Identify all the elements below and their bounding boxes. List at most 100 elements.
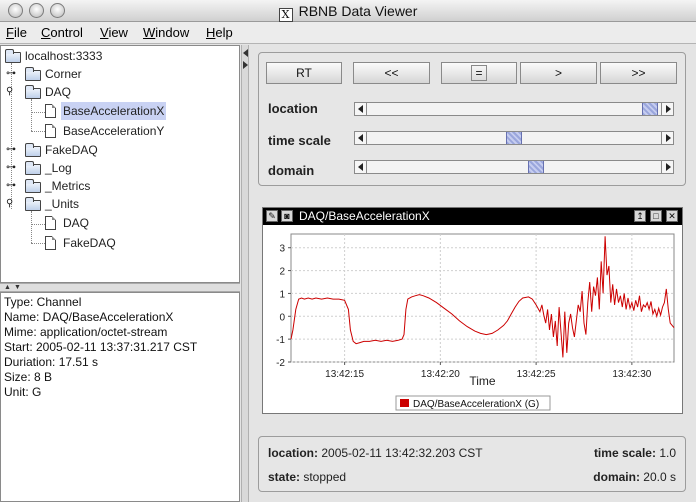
y-tick-label: -2 — [276, 358, 285, 369]
y-tick-label: -1 — [276, 335, 285, 346]
domain-slider-thumb[interactable] — [528, 161, 545, 173]
x-tick-label: 13:42:30 — [612, 369, 651, 380]
time-series-chart[interactable]: -2 -1 0 1 2 3 13:42:15 13:42:20 13:42:25 13:42:3… — [263, 226, 682, 413]
scroll-right-icon[interactable] — [661, 103, 673, 115]
channel-tree[interactable]: localhost:3333 ⊶ Corner ⚲ DAQ BaseAccele… — [0, 45, 240, 283]
info-name: Name: DAQ/BaseAccelerationX — [4, 310, 174, 324]
expand-icon[interactable]: ⊶ — [6, 159, 16, 177]
tree-item-log[interactable]: ⊶ _Log — [5, 159, 235, 177]
tree-item-units-daq[interactable]: DAQ — [45, 214, 235, 232]
x-tick-label: 13:42:20 — [421, 369, 460, 380]
status-timescale: time scale: 1.0 — [593, 446, 676, 460]
expand-icon[interactable]: ⊶ — [6, 65, 16, 83]
play-button[interactable]: > — [520, 62, 597, 84]
folder-icon — [25, 67, 41, 81]
y-tick-label: 0 — [279, 312, 285, 323]
beginning-button[interactable]: << — [353, 62, 430, 84]
tree-item-units-fakedaq[interactable]: FakeDAQ — [45, 234, 235, 252]
pin-icon[interactable]: ✎ — [266, 210, 278, 222]
playback-controls: RT << = > >> location time scale domain — [258, 52, 686, 186]
scroll-left-icon[interactable] — [355, 161, 367, 173]
plot-panel: ✎ ◙ DAQ/BaseAccelerationX ↥ □ ✕ -2 -1 0 1 2 3… — [262, 207, 683, 414]
status-domain: domain: 20.0 s — [593, 470, 676, 484]
detach-icon[interactable]: ↥ — [634, 210, 646, 222]
collapse-icon[interactable]: ⚲ — [6, 83, 13, 101]
info-size: Size: 8 B — [4, 370, 53, 384]
menu-window[interactable]: Window — [143, 25, 189, 40]
scroll-right-icon[interactable] — [661, 161, 673, 173]
info-duration: Duriation: 17.51 s — [4, 355, 99, 369]
expand-icon[interactable]: ⊶ — [6, 141, 16, 159]
menu-bar: File Control View Window Help — [0, 22, 696, 44]
collapse-icon[interactable]: ⚲ — [6, 195, 13, 213]
legend-swatch — [400, 399, 409, 407]
tree-item-daq[interactable]: ⚲ DAQ — [5, 83, 235, 101]
collapse-up-icon[interactable]: ▲ — [4, 284, 11, 291]
pane-splitter-horizontal[interactable]: ▲ ▼ — [0, 283, 240, 292]
folder-icon — [25, 197, 41, 211]
file-icon — [45, 104, 56, 118]
collapse-down-icon[interactable]: ▼ — [14, 284, 21, 291]
expand-icon[interactable]: ⊶ — [6, 177, 16, 195]
scroll-right-icon[interactable] — [661, 132, 673, 144]
menu-file[interactable]: File — [6, 25, 27, 40]
domain-slider[interactable] — [354, 160, 674, 174]
location-slider[interactable] — [354, 102, 674, 116]
legend-label: DAQ/BaseAccelerationX (G) — [413, 399, 539, 410]
pause-button[interactable]: = — [441, 62, 517, 84]
menu-help[interactable]: Help — [206, 25, 233, 40]
scroll-left-icon[interactable] — [355, 132, 367, 144]
x-tick-label: 13:42:25 — [517, 369, 556, 380]
realtime-button[interactable]: RT — [266, 62, 342, 84]
info-start: Start: 2005-02-11 13:37:31.217 CST — [4, 340, 198, 354]
file-icon — [45, 124, 56, 138]
file-icon — [45, 216, 56, 230]
info-mime: Mime: application/octet-stream — [4, 325, 168, 339]
scroll-left-icon[interactable] — [355, 103, 367, 115]
tree-item-base-acceleration-x[interactable]: BaseAccelerationX — [45, 102, 235, 120]
location-label: location — [268, 101, 318, 116]
file-icon — [45, 236, 56, 250]
y-tick-label: 1 — [279, 289, 285, 300]
domain-label: domain — [268, 163, 315, 178]
x11-logo-icon: X — [278, 8, 293, 22]
channel-info-panel: Type: Channel Name: DAQ/BaseAcceleration… — [0, 292, 240, 502]
tree-item-root[interactable]: localhost:3333 — [5, 47, 235, 65]
y-tick-label: 3 — [279, 244, 285, 255]
plot-title: DAQ/BaseAccelerationX — [299, 209, 430, 223]
collapse-left-icon[interactable] — [243, 49, 248, 57]
folder-icon — [5, 49, 21, 63]
timescale-slider[interactable] — [354, 131, 674, 145]
menu-view[interactable]: View — [100, 25, 128, 40]
status-panel: location: 2005-02-11 13:42:32.203 CST st… — [258, 436, 686, 492]
close-icon[interactable]: ✕ — [666, 210, 678, 222]
menu-control[interactable]: Control — [41, 25, 83, 40]
info-unit: Unit: G — [4, 385, 42, 399]
folder-icon — [25, 161, 41, 175]
x-axis-label: Time — [469, 374, 496, 388]
timescale-slider-thumb[interactable] — [506, 132, 522, 144]
y-tick-label: 2 — [279, 267, 285, 278]
plot-area — [290, 233, 675, 363]
end-button[interactable]: >> — [600, 62, 677, 84]
folder-icon — [25, 179, 41, 193]
tree-item-corner[interactable]: ⊶ Corner — [5, 65, 235, 83]
status-state: state: stopped — [268, 470, 347, 484]
tree-item-units[interactable]: ⚲ _Units — [5, 195, 235, 213]
camera-icon[interactable]: ◙ — [281, 210, 293, 222]
tree-item-fakedaq[interactable]: ⊶ FakeDAQ — [5, 141, 235, 159]
title-bar[interactable]: X RBNB Data Viewer — [0, 0, 696, 22]
x-tick-label: 13:42:15 — [325, 369, 364, 380]
pane-splitter-vertical[interactable] — [241, 45, 249, 502]
folder-icon — [25, 85, 41, 99]
plot-header: ✎ ◙ DAQ/BaseAccelerationX ↥ □ ✕ — [263, 208, 682, 225]
window-title: RBNB Data Viewer — [298, 3, 418, 19]
info-type: Type: Channel — [4, 295, 82, 309]
tree-item-metrics[interactable]: ⊶ _Metrics — [5, 177, 235, 195]
timescale-label: time scale — [268, 133, 331, 148]
collapse-right-icon[interactable] — [243, 61, 248, 69]
maximize-icon[interactable]: □ — [650, 210, 662, 222]
location-slider-thumb[interactable] — [642, 103, 659, 115]
tree-item-base-acceleration-y[interactable]: BaseAccelerationY — [45, 122, 235, 140]
folder-icon — [25, 143, 41, 157]
